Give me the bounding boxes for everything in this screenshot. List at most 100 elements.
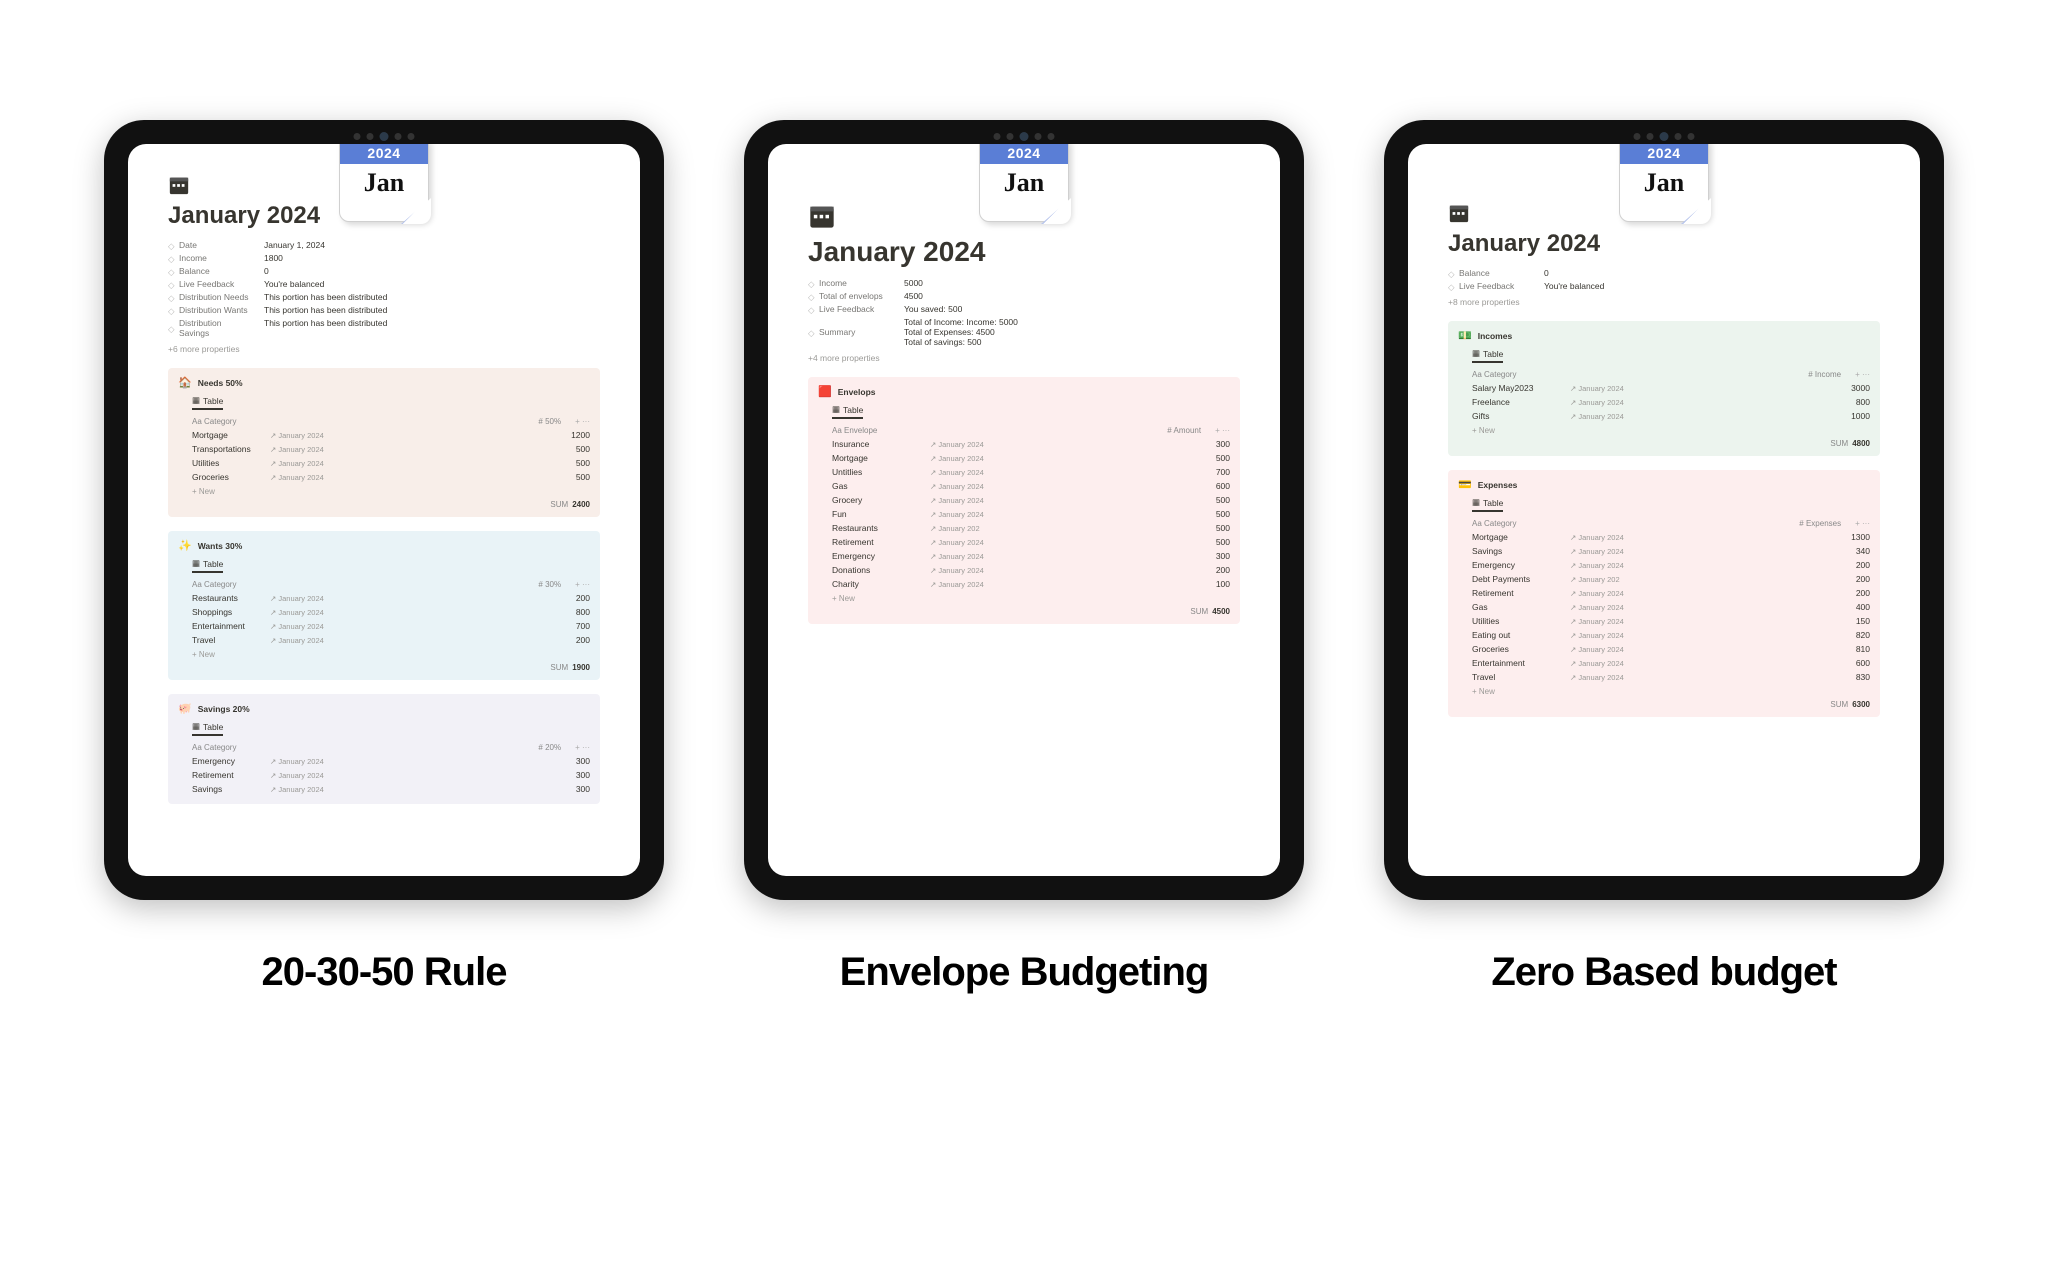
page-title: January 2024 [808, 236, 1240, 268]
money-icon: 💵 [1458, 329, 1472, 342]
property-row[interactable]: ◇DateJanuary 1, 2024 [168, 240, 600, 250]
table-row[interactable]: Utilities↗ January 2024150 [1458, 614, 1870, 628]
table-row[interactable]: Retirement↗ January 2024200 [1458, 586, 1870, 600]
table-row[interactable]: Groceries↗ January 2024810 [1458, 642, 1870, 656]
table-view-tab[interactable]: ▦ Table [1472, 495, 1503, 512]
envelops-panel: 🟥Envelops ▦ Table Aa Envelope# Amount+ ·… [808, 377, 1240, 624]
table-header: Aa Category# 50%+ ··· [178, 414, 590, 428]
expenses-panel: 💳Expenses ▦ Table Aa Category# Expenses+… [1448, 470, 1880, 717]
table-row[interactable]: Eating out↗ January 2024820 [1458, 628, 1870, 642]
property-row[interactable]: ◇SummaryTotal of Income: Income: 5000Tot… [808, 317, 1240, 347]
calendar-page-icon [168, 174, 190, 196]
add-row[interactable]: + New [818, 591, 1230, 603]
add-row[interactable]: + New [1458, 423, 1870, 435]
screen-2[interactable]: 2024 Jan January 2024 ◇Income5000◇Total … [768, 144, 1280, 876]
property-row[interactable]: ◇Distribution SavingsThis portion has be… [168, 318, 600, 338]
more-properties-toggle[interactable]: +4 more properties [808, 353, 1240, 363]
envelops-heading: Envelops [838, 387, 876, 397]
table-row[interactable]: Savings↗ January 2024340 [1458, 544, 1870, 558]
column-zerobased: 2024 Jan January 2024 ◇Balance0◇Live Fee… [1384, 120, 1944, 995]
table-row[interactable]: Emergency↗ January 2024200 [1458, 558, 1870, 572]
table-row[interactable]: Debt Payments↗ January 202200 [1458, 572, 1870, 586]
table-row[interactable]: Freelance↗ January 2024800 [1458, 395, 1870, 409]
calendar-page-icon [1448, 202, 1470, 224]
column-envelope: 2024 Jan January 2024 ◇Income5000◇Total … [744, 120, 1304, 995]
table-row[interactable]: Emergency↗ January 2024300 [818, 549, 1230, 563]
property-row[interactable]: ◇Live FeedbackYou saved: 500 [808, 304, 1240, 314]
property-row[interactable]: ◇Income1800 [168, 253, 600, 263]
table-row[interactable]: Gas↗ January 2024600 [818, 479, 1230, 493]
table-row[interactable]: Mortgage↗ January 2024500 [818, 451, 1230, 465]
table-row[interactable]: Grocery↗ January 2024500 [818, 493, 1230, 507]
incomes-panel: 💵Incomes ▦ Table Aa Category# Income+ ··… [1448, 321, 1880, 456]
wants-panel: ✨Wants 30% ▦ Table Aa Category# 30%+ ···… [168, 531, 600, 680]
property-row[interactable]: ◇Live FeedbackYou're balanced [168, 279, 600, 289]
savings-heading: Savings 20% [198, 704, 250, 714]
table-row[interactable]: Groceries↗ January 2024500 [178, 470, 590, 484]
table-header: Aa Envelope# Amount+ ··· [818, 423, 1230, 437]
calendar-month: Jan [340, 164, 428, 198]
more-properties-toggle[interactable]: +8 more properties [1448, 297, 1880, 307]
sensor-bar [1634, 132, 1695, 141]
table-view-tab[interactable]: ▦ Table [192, 556, 223, 573]
table-row[interactable]: Travel↗ January 2024830 [1458, 670, 1870, 684]
add-row[interactable]: + New [1458, 684, 1870, 696]
table-row[interactable]: Gas↗ January 2024400 [1458, 600, 1870, 614]
add-row[interactable]: + New [178, 647, 590, 659]
table-row[interactable]: Shoppings↗ January 2024800 [178, 605, 590, 619]
table-row[interactable]: Fun↗ January 2024500 [818, 507, 1230, 521]
expenses-heading: Expenses [1478, 480, 1518, 490]
sensor-bar [354, 132, 415, 141]
property-row[interactable]: ◇Live FeedbackYou're balanced [1448, 281, 1880, 291]
sparkle-icon: ✨ [178, 539, 192, 552]
property-row[interactable]: ◇Balance0 [1448, 268, 1880, 278]
table-row[interactable]: Transportations↗ January 2024500 [178, 442, 590, 456]
table-row[interactable]: Restaurants↗ January 202500 [818, 521, 1230, 535]
table-row[interactable]: Gifts↗ January 20241000 [1458, 409, 1870, 423]
table-row[interactable]: Retirement↗ January 2024500 [818, 535, 1230, 549]
table-view-tab[interactable]: ▦ Table [832, 402, 863, 419]
table-row[interactable]: Entertainment↗ January 2024700 [178, 619, 590, 633]
tablet-frame-2: 2024 Jan January 2024 ◇Income5000◇Total … [744, 120, 1304, 900]
table-row[interactable]: Retirement↗ January 2024300 [178, 768, 590, 782]
table-header: Aa Category# 30%+ ··· [178, 577, 590, 591]
table-row[interactable]: Entertainment↗ January 2024600 [1458, 656, 1870, 670]
property-row[interactable]: ◇Balance0 [168, 266, 600, 276]
calendar-badge-icon: 2024 Jan [339, 144, 429, 222]
table-view-tab[interactable]: ▦ Table [192, 719, 223, 736]
column-203050: 2024 Jan January 2024 ◇DateJanuary 1, 20… [104, 120, 664, 995]
tablet-frame-3: 2024 Jan January 2024 ◇Balance0◇Live Fee… [1384, 120, 1944, 900]
table-row[interactable]: Insurance↗ January 2024300 [818, 437, 1230, 451]
add-row[interactable]: + New [178, 484, 590, 496]
table-row[interactable]: Salary May2023↗ January 20243000 [1458, 381, 1870, 395]
table-row[interactable]: Travel↗ January 2024200 [178, 633, 590, 647]
table-row[interactable]: Mortgage↗ January 20241300 [1458, 530, 1870, 544]
property-row[interactable]: ◇Total of envelops4500 [808, 291, 1240, 301]
table-row[interactable]: Untitlies↗ January 2024700 [818, 465, 1230, 479]
table-row[interactable]: Mortgage↗ January 20241200 [178, 428, 590, 442]
screen-1[interactable]: 2024 Jan January 2024 ◇DateJanuary 1, 20… [128, 144, 640, 876]
tablet-frame-1: 2024 Jan January 2024 ◇DateJanuary 1, 20… [104, 120, 664, 900]
table-header: Aa Category# Income+ ··· [1458, 367, 1870, 381]
property-row[interactable]: ◇Distribution WantsThis portion has been… [168, 305, 600, 315]
calendar-badge-icon: 2024 Jan [1619, 144, 1709, 222]
card-icon: 💳 [1458, 478, 1472, 491]
calendar-year: 2024 [340, 144, 428, 164]
table-row[interactable]: Utilities↗ January 2024500 [178, 456, 590, 470]
table-row[interactable]: Donations↗ January 2024200 [818, 563, 1230, 577]
needs-heading: Needs 50% [198, 378, 243, 388]
table-row[interactable]: Restaurants↗ January 2024200 [178, 591, 590, 605]
more-properties-toggle[interactable]: +6 more properties [168, 344, 600, 354]
property-row[interactable]: ◇Distribution NeedsThis portion has been… [168, 292, 600, 302]
table-row[interactable]: Savings↗ January 2024300 [178, 782, 590, 796]
needs-panel: 🏠Needs 50% ▦ Table Aa Category# 50%+ ···… [168, 368, 600, 517]
property-row[interactable]: ◇Income5000 [808, 278, 1240, 288]
screen-3[interactable]: 2024 Jan January 2024 ◇Balance0◇Live Fee… [1408, 144, 1920, 876]
table-header: Aa Category# 20%+ ··· [178, 740, 590, 754]
table-view-tab[interactable]: ▦ Table [192, 393, 223, 410]
table-view-tab[interactable]: ▦ Table [1472, 346, 1503, 363]
table-row[interactable]: Charity↗ January 2024100 [818, 577, 1230, 591]
caption-2: Envelope Budgeting [840, 950, 1209, 995]
table-row[interactable]: Emergency↗ January 2024300 [178, 754, 590, 768]
tablet-row: 2024 Jan January 2024 ◇DateJanuary 1, 20… [0, 0, 2048, 1035]
